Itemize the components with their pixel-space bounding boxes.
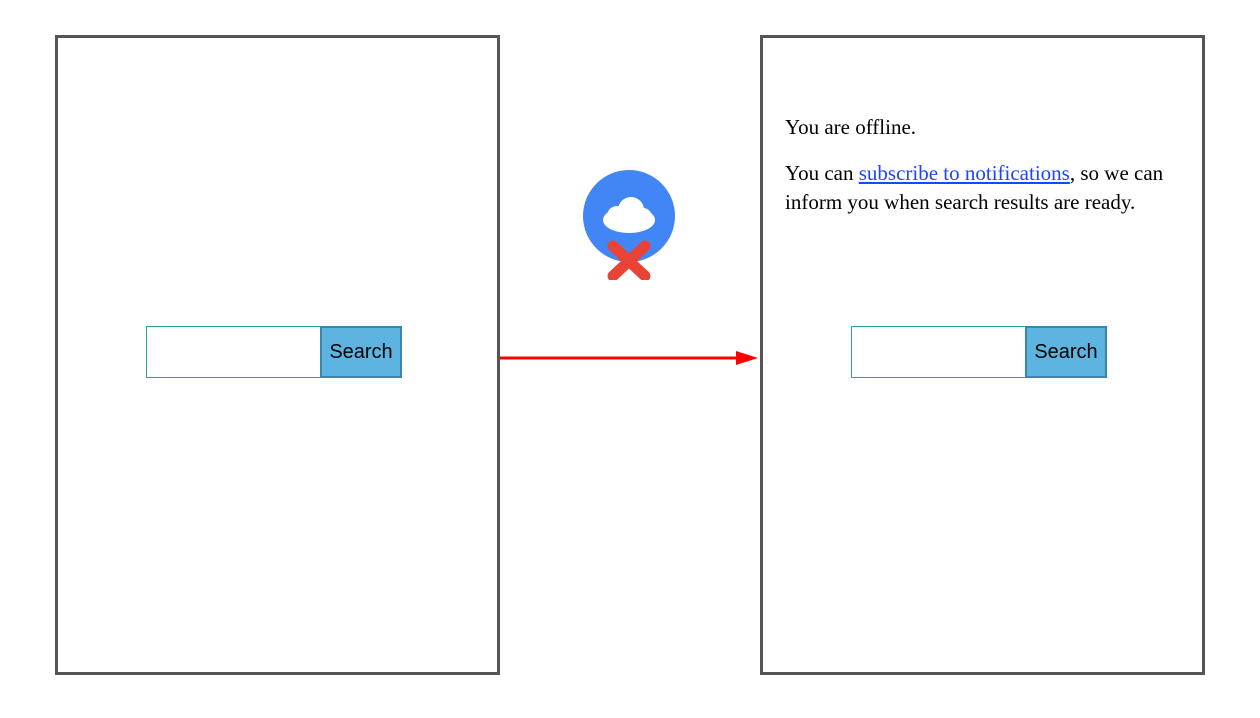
offline-cloud-icon [583, 170, 675, 280]
offline-line-2: You can subscribe to notifications, so w… [785, 159, 1180, 216]
search-button[interactable]: Search [1025, 326, 1107, 378]
arrow-icon [500, 351, 758, 365]
subscribe-notifications-link[interactable]: subscribe to notifications [859, 161, 1070, 185]
search-row-right: Search [851, 326, 1107, 378]
after-panel: You are offline. You can subscribe to no… [760, 35, 1205, 675]
offline-message: You are offline. You can subscribe to no… [785, 113, 1180, 234]
offline-line-1: You are offline. [785, 113, 1180, 141]
offline-line-2a: You can [785, 161, 859, 185]
search-input[interactable] [146, 326, 320, 378]
search-row-left: Search [146, 326, 402, 378]
diagram-stage: Search You are offline. You can subscrib… [0, 0, 1260, 718]
search-input[interactable] [851, 326, 1025, 378]
before-panel: Search [55, 35, 500, 675]
search-button[interactable]: Search [320, 326, 402, 378]
